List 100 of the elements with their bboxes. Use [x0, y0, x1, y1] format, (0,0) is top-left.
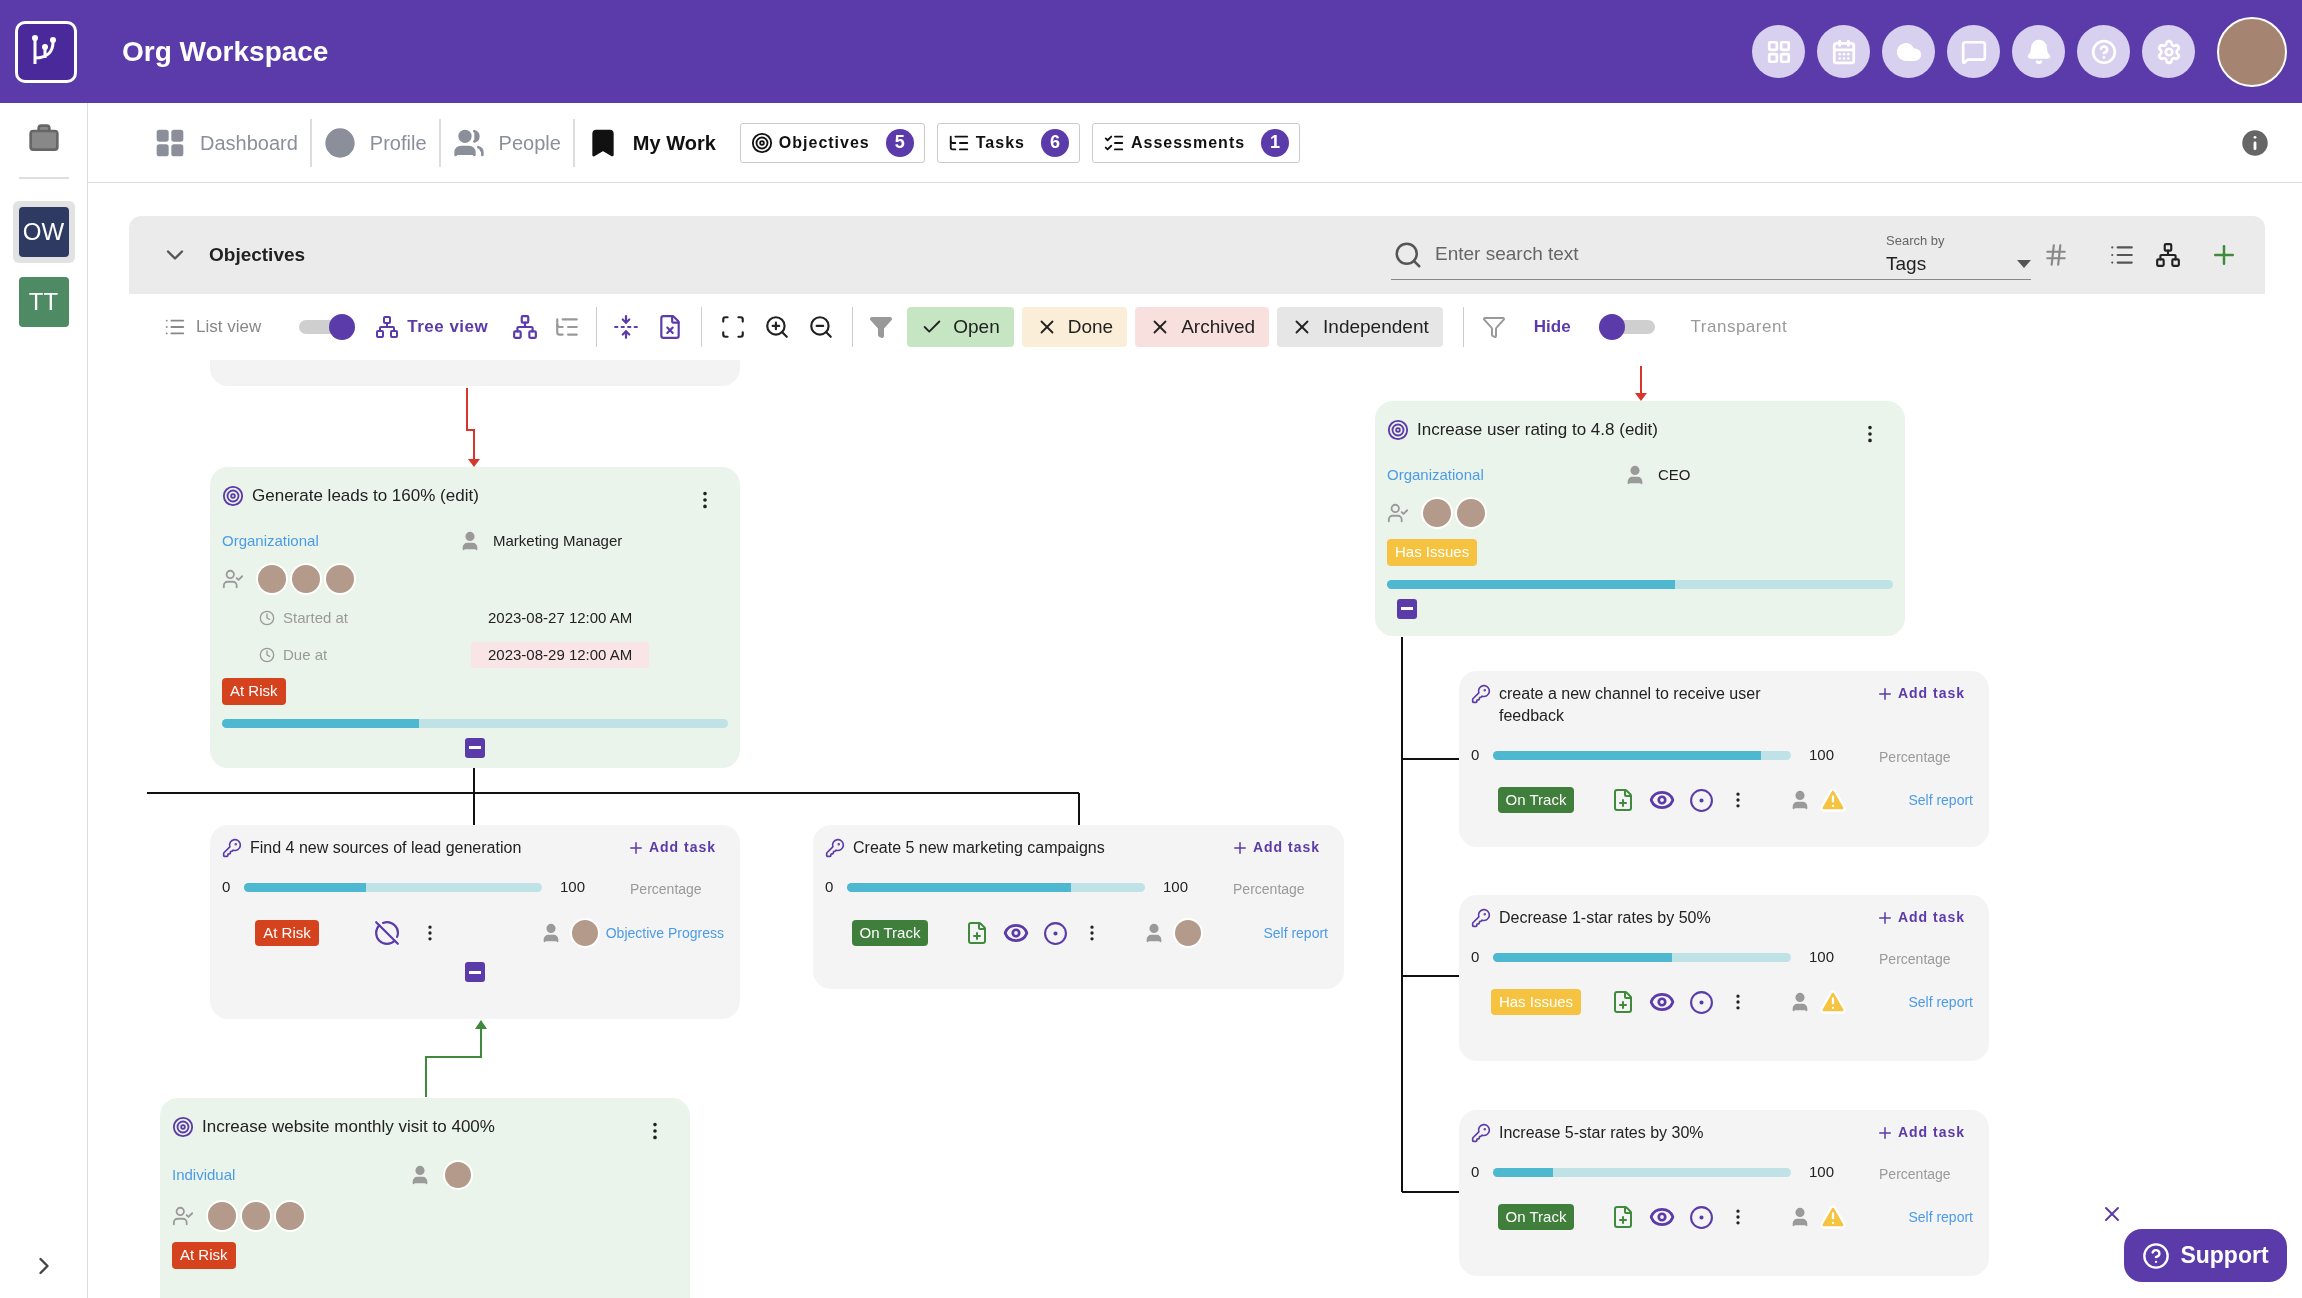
- date-label: Due at: [283, 644, 328, 665]
- workspace-tile[interactable]: OW: [12, 201, 75, 263]
- date-value: 2023-08-27 12:00 AM: [487, 608, 634, 628]
- panel-title: Objectives: [209, 242, 306, 267]
- profile-icon: [323, 126, 356, 159]
- objective-title[interactable]: Increase website monthly visit to 400%: [202, 1114, 636, 1140]
- status-badge: At Risk: [222, 678, 286, 705]
- collapse-button[interactable]: [465, 962, 485, 982]
- bell-button[interactable]: [2012, 25, 2065, 78]
- scope-label: Individual: [172, 1166, 236, 1183]
- dashboard-button[interactable]: [1752, 25, 1805, 78]
- target-icon[interactable]: [1043, 920, 1068, 946]
- file-plus-icon[interactable]: [1611, 1205, 1635, 1229]
- members-icon: [1387, 502, 1409, 524]
- toggle-thumb[interactable]: [329, 314, 356, 340]
- warning-icon: [1819, 988, 1847, 1016]
- unit-label: Percentage: [1879, 1165, 1951, 1184]
- add-task-button[interactable]: Add task: [1875, 907, 1965, 928]
- unit-label: Percentage: [630, 880, 702, 899]
- cloud-button[interactable]: [1882, 25, 1935, 78]
- objective-title[interactable]: Increase user rating to 4.8 (edit): [1417, 417, 1851, 443]
- support-button[interactable]: Support: [2124, 1229, 2287, 1282]
- collapse-button[interactable]: [1397, 598, 1417, 619]
- filter-icon[interactable]: [1481, 315, 1506, 339]
- counter-chip[interactable]: Tasks 6: [936, 122, 1080, 163]
- add-task-button[interactable]: Add task: [1875, 1122, 1965, 1143]
- tree-view-label[interactable]: Tree view: [407, 314, 489, 340]
- minus-icon: [1401, 607, 1413, 610]
- clock-icon: [259, 646, 275, 663]
- filter-chip[interactable]: Archived: [1135, 307, 1270, 347]
- list-view-label[interactable]: List view: [196, 314, 262, 340]
- collapse-button[interactable]: [465, 737, 485, 758]
- key-result-title[interactable]: create a new channel to receive user feedback: [1499, 683, 1829, 727]
- date-label: Started at: [283, 608, 349, 628]
- hide-label[interactable]: Hide: [1533, 314, 1571, 340]
- count-badge: 1: [1261, 128, 1290, 157]
- avatar: [206, 1200, 238, 1232]
- counter-chip[interactable]: Objectives 5: [739, 122, 925, 163]
- settings-icon: [2155, 38, 2182, 65]
- add-task-button[interactable]: Add task: [1230, 837, 1320, 858]
- search-field[interactable]: Enter search text Search by Tags: [1391, 230, 2031, 280]
- avatar: [1173, 918, 1203, 948]
- file-plus-icon[interactable]: [965, 921, 989, 945]
- calendar-button[interactable]: [1817, 25, 1870, 78]
- avatar: [240, 1200, 272, 1232]
- filter-chip[interactable]: Independent: [1277, 307, 1443, 347]
- tree-icon[interactable]: [375, 315, 400, 339]
- owner-role: CEO: [1658, 464, 1691, 485]
- workspace-label: TT: [18, 277, 69, 327]
- objective-title[interactable]: Generate leads to 160% (edit): [252, 483, 686, 509]
- counter-chip[interactable]: Assessments 1: [1091, 122, 1301, 163]
- search-by-select[interactable]: Tags: [1886, 250, 2031, 279]
- target-icon[interactable]: [1689, 1204, 1714, 1230]
- key-result-title[interactable]: Create 5 new marketing campaigns: [853, 837, 1183, 859]
- chat-icon: [1960, 38, 1987, 65]
- zoom-in-icon[interactable]: [764, 314, 791, 340]
- calendar-icon: [1830, 38, 1857, 65]
- nav-tab[interactable]: My Work: [574, 126, 728, 159]
- range-max: 100: [1809, 745, 1835, 766]
- app-logo[interactable]: [15, 20, 77, 83]
- status-badge: On Track: [1497, 786, 1575, 814]
- members-icon: [172, 1205, 194, 1227]
- dashboard-icon: [1765, 38, 1792, 65]
- key-icon: [1471, 908, 1491, 928]
- view-toggle[interactable]: [299, 314, 356, 340]
- key-result-title[interactable]: Find 4 new sources of lead generation: [250, 837, 580, 859]
- unit-label: Percentage: [1233, 880, 1305, 899]
- bell-icon: [2025, 38, 2052, 65]
- crossed-target-icon[interactable]: [374, 920, 400, 946]
- workspace-tile[interactable]: TT: [12, 271, 75, 333]
- transparency-toggle[interactable]: [1598, 314, 1655, 340]
- file-plus-icon[interactable]: [1611, 990, 1635, 1014]
- hash-icon[interactable]: [2043, 242, 2069, 268]
- tree-icon[interactable]: [2155, 242, 2181, 268]
- avatar: [256, 563, 288, 595]
- add-task-button[interactable]: Add task: [626, 837, 716, 858]
- add-task-button[interactable]: Add task: [1875, 683, 1965, 704]
- zoom-out-icon[interactable]: [808, 314, 835, 340]
- workspace-label: OW: [18, 207, 69, 257]
- toggle-thumb[interactable]: [1598, 314, 1625, 340]
- key-result-title[interactable]: Decrease 1-star rates by 50%: [1499, 907, 1829, 929]
- help-button[interactable]: [2077, 25, 2130, 78]
- target-icon[interactable]: [1689, 787, 1714, 813]
- target-icon: [1387, 419, 1409, 441]
- minus-icon: [469, 746, 481, 749]
- tree-icon[interactable]: [512, 314, 539, 340]
- file-plus-icon[interactable]: [1611, 788, 1635, 812]
- filter-chip[interactable]: Open: [907, 307, 1014, 347]
- search-input[interactable]: Enter search text: [1435, 240, 1874, 269]
- key-result-title[interactable]: Increase 5-star rates by 30%: [1499, 1122, 1829, 1144]
- fit-view-icon[interactable]: [720, 314, 747, 340]
- range-min: 0: [825, 877, 835, 898]
- filter-chip[interactable]: Done: [1021, 307, 1128, 347]
- status-badge: Has Issues: [1490, 988, 1582, 1016]
- count-badge: 5: [885, 128, 914, 157]
- chat-button[interactable]: [1947, 25, 2000, 78]
- settings-button[interactable]: [2142, 25, 2195, 78]
- target-icon[interactable]: [1689, 989, 1714, 1015]
- fold-icon[interactable]: [613, 314, 640, 340]
- filter-icon[interactable]: [869, 315, 894, 339]
